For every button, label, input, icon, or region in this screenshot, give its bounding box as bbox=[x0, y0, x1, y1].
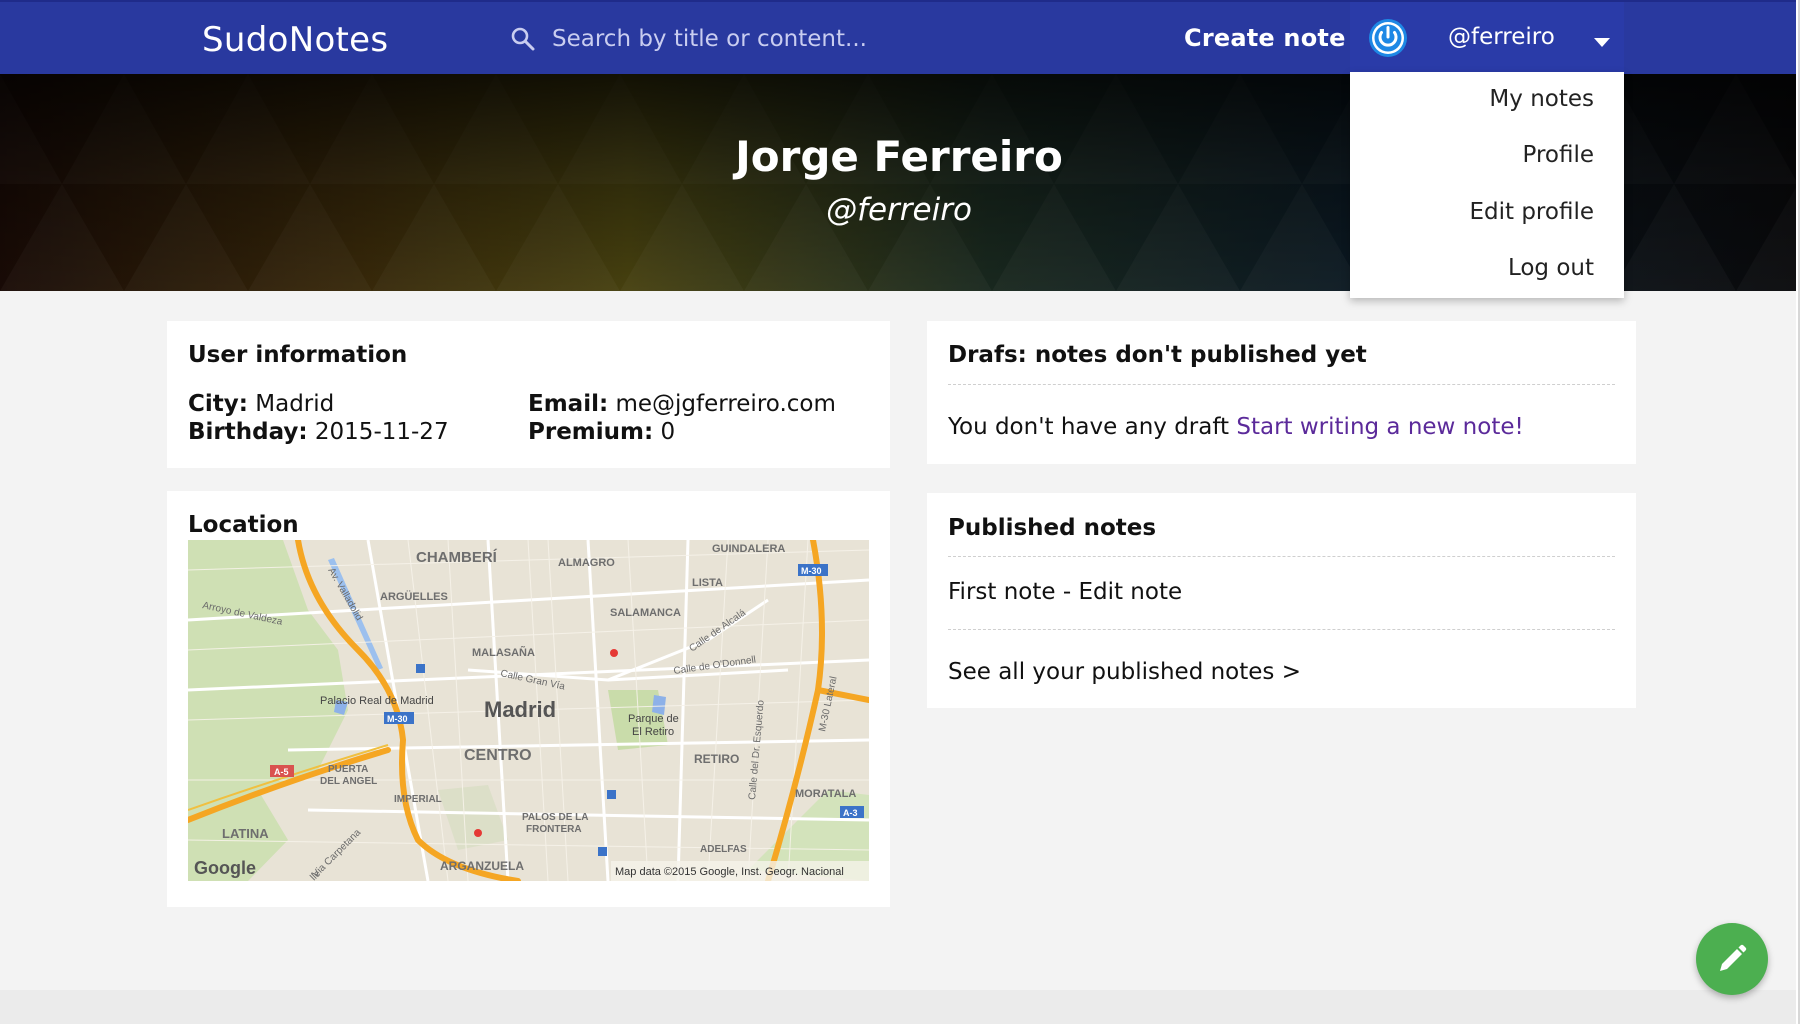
location-map[interactable]: CHAMBERÍ ALMAGRO GUINDALERA LISTA ARGÜEL… bbox=[188, 540, 869, 881]
svg-text:LATINA: LATINA bbox=[222, 826, 269, 841]
drafts-card: Drafs: notes don't published yet You don… bbox=[927, 321, 1636, 464]
svg-text:PUERTA: PUERTA bbox=[328, 764, 368, 775]
svg-text:DEL ANGEL: DEL ANGEL bbox=[320, 776, 377, 787]
published-notes-title: Published notes bbox=[948, 515, 1157, 541]
svg-text:Google: Google bbox=[194, 858, 256, 878]
svg-text:ARGANZUELA: ARGANZUELA bbox=[440, 859, 524, 873]
birthday-value: 2015-11-27 bbox=[314, 419, 449, 445]
email-value: me@jgferreiro.com bbox=[615, 391, 836, 417]
premium-value: 0 bbox=[660, 419, 676, 445]
city-row: City: Madrid bbox=[188, 391, 334, 417]
svg-text:ADELFAS: ADELFAS bbox=[700, 844, 747, 855]
drafts-title: Drafs: notes don't published yet bbox=[948, 342, 1367, 368]
user-information-card: User information City: Madrid Birthday: … bbox=[167, 321, 890, 468]
svg-text:Parque de: Parque de bbox=[628, 713, 679, 725]
power-icon bbox=[1368, 18, 1408, 58]
location-card: Location CHAMBERÍ ALMAGRO GUINDALERA LIS… bbox=[167, 491, 890, 907]
menu-item-log-out[interactable]: Log out bbox=[1508, 255, 1594, 281]
svg-text:MALASAÑA: MALASAÑA bbox=[472, 646, 535, 659]
svg-text:ARGÜELLES: ARGÜELLES bbox=[380, 590, 448, 603]
menu-item-my-notes[interactable]: My notes bbox=[1489, 86, 1594, 112]
birthday-row: Birthday: 2015-11-27 bbox=[188, 419, 449, 445]
menu-item-edit-profile[interactable]: Edit profile bbox=[1469, 199, 1594, 225]
email-label: Email: bbox=[528, 391, 609, 417]
svg-text:Map data ©2015 Google, Inst. G: Map data ©2015 Google, Inst. Geogr. Naci… bbox=[615, 866, 844, 878]
see-all-published-link[interactable]: See all your published notes > bbox=[948, 659, 1301, 685]
published-note-item[interactable]: First note - Edit note bbox=[948, 579, 1182, 605]
username-label: @ferreiro bbox=[1448, 24, 1555, 50]
new-note-fab[interactable] bbox=[1696, 923, 1768, 995]
svg-text:ALMAGRO: ALMAGRO bbox=[558, 557, 615, 569]
search-icon[interactable] bbox=[510, 26, 536, 52]
svg-text:CENTRO: CENTRO bbox=[464, 747, 532, 764]
top-navbar: SudoNotes Create note @f bbox=[0, 0, 1798, 74]
search-input[interactable] bbox=[552, 26, 1052, 52]
birthday-label: Birthday: bbox=[188, 419, 308, 445]
city-value: Madrid bbox=[255, 391, 335, 417]
location-title: Location bbox=[188, 512, 299, 538]
svg-text:RETIRO: RETIRO bbox=[694, 752, 739, 766]
user-dropdown-menu: My notes Profile Edit profile Log out bbox=[1350, 72, 1624, 298]
svg-text:SALAMANCA: SALAMANCA bbox=[610, 607, 681, 619]
svg-text:GUINDALERA: GUINDALERA bbox=[712, 543, 785, 555]
menu-item-profile[interactable]: Profile bbox=[1522, 142, 1594, 168]
divider bbox=[948, 629, 1615, 630]
svg-text:MORATALA: MORATALA bbox=[795, 788, 856, 800]
city-label: City: bbox=[188, 391, 248, 417]
start-writing-link[interactable]: Start writing a new note! bbox=[1236, 414, 1523, 440]
footer bbox=[0, 990, 1798, 1024]
search-bar bbox=[510, 22, 1070, 56]
page: SudoNotes Create note @f bbox=[0, 0, 1798, 1024]
drafts-empty-message: You don't have any draft Start writing a… bbox=[948, 414, 1524, 440]
svg-text:IMPERIAL: IMPERIAL bbox=[394, 794, 442, 805]
create-note-button[interactable]: Create note bbox=[1184, 24, 1346, 52]
svg-text:El Retiro: El Retiro bbox=[632, 726, 674, 738]
svg-text:M-30: M-30 bbox=[801, 566, 822, 576]
svg-text:FRONTERA: FRONTERA bbox=[526, 824, 582, 835]
email-row: Email: me@jgferreiro.com bbox=[528, 391, 836, 417]
premium-label: Premium: bbox=[528, 419, 654, 445]
drafts-empty-text: You don't have any draft bbox=[948, 414, 1230, 440]
svg-text:LISTA: LISTA bbox=[692, 577, 723, 589]
svg-text:PALOS DE LA: PALOS DE LA bbox=[522, 812, 588, 823]
brand-logo[interactable]: SudoNotes bbox=[202, 20, 388, 60]
published-notes-card: Published notes First note - Edit note S… bbox=[927, 493, 1636, 708]
user-information-title: User information bbox=[188, 342, 408, 368]
svg-text:A-3: A-3 bbox=[843, 808, 858, 818]
premium-row: Premium: 0 bbox=[528, 419, 675, 445]
user-menu-toggle[interactable]: @ferreiro bbox=[1350, 2, 1624, 74]
chevron-down-icon bbox=[1594, 33, 1610, 47]
svg-text:Madrid: Madrid bbox=[484, 697, 556, 722]
divider bbox=[948, 384, 1615, 385]
divider bbox=[948, 556, 1615, 557]
svg-text:Palacio Real de Madrid: Palacio Real de Madrid bbox=[320, 695, 434, 707]
svg-text:A-5: A-5 bbox=[274, 767, 289, 777]
svg-text:M-30: M-30 bbox=[387, 714, 408, 724]
map-label: CHAMBERÍ bbox=[416, 549, 498, 566]
